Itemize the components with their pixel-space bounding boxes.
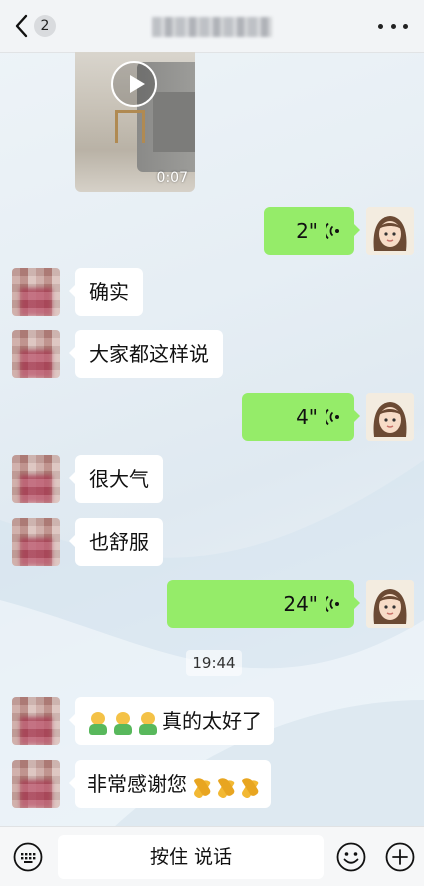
chat-header: 2	[0, 0, 424, 53]
pray-emoji-icon	[237, 775, 259, 797]
voice-duration: 2"	[296, 219, 318, 243]
unread-count-badge: 2	[34, 15, 56, 37]
chat-title-blurred	[152, 17, 272, 37]
text-message-incoming: 大家都这样说	[69, 330, 223, 378]
plus-icon	[385, 842, 415, 872]
my-avatar[interactable]	[366, 207, 414, 255]
voice-duration: 4"	[296, 405, 318, 429]
contact-avatar[interactable]	[12, 518, 60, 566]
back-button[interactable]: 2	[14, 12, 56, 40]
voice-wave-icon	[326, 408, 339, 426]
text-message-incoming: 也舒服	[69, 518, 163, 566]
voice-message-outgoing[interactable]: 4"	[242, 393, 360, 441]
message-text: 非常感谢您	[87, 772, 187, 796]
more-actions-button[interactable]	[385, 842, 415, 872]
video-thumbnail-table	[115, 110, 145, 143]
text-message-incoming: 非常感谢您	[69, 760, 271, 808]
contact-avatar[interactable]	[12, 268, 60, 316]
background-wave	[0, 460, 424, 885]
my-avatar[interactable]	[366, 393, 414, 441]
girl-avatar-icon	[366, 393, 414, 441]
voice-wave-icon	[326, 222, 339, 240]
video-message[interactable]: 0:07	[75, 52, 195, 192]
text-message-incoming: 确实	[69, 268, 143, 316]
contact-avatar[interactable]	[12, 697, 60, 745]
message-text: 真的太好了	[162, 709, 262, 733]
contact-avatar[interactable]	[12, 455, 60, 503]
girl-avatar-icon	[366, 580, 414, 628]
keyboard-icon	[13, 842, 43, 872]
text-message-incoming: 很大气	[69, 455, 163, 503]
contact-avatar[interactable]	[12, 760, 60, 808]
my-avatar[interactable]	[366, 580, 414, 628]
video-thumbnail-cushion	[153, 92, 195, 152]
voice-wave-icon	[326, 595, 339, 613]
hold-to-talk-button[interactable]: 按住 说话	[58, 835, 324, 879]
smiley-icon	[336, 842, 366, 872]
dot-icon	[378, 23, 383, 29]
message-timestamp: 19:44	[186, 650, 242, 676]
keyboard-toggle-button[interactable]	[13, 842, 43, 872]
man-emoji-icon	[112, 710, 134, 736]
girl-avatar-icon	[366, 207, 414, 255]
voice-message-outgoing[interactable]: 24"	[167, 580, 360, 628]
emoji-picker-button[interactable]	[336, 842, 366, 872]
man-emoji-icon	[87, 710, 109, 736]
pray-emoji-icon	[213, 775, 235, 797]
more-options-button[interactable]	[378, 14, 408, 38]
input-bar: 按住 说话	[0, 826, 424, 886]
man-emoji-icon	[137, 710, 159, 736]
pray-emoji-icon	[189, 775, 211, 797]
video-duration: 0:07	[156, 170, 188, 186]
chevron-left-icon	[15, 14, 28, 38]
text-message-incoming: 真的太好了	[69, 697, 274, 745]
play-icon[interactable]	[111, 61, 157, 107]
voice-duration: 24"	[283, 592, 318, 616]
contact-avatar[interactable]	[12, 330, 60, 378]
voice-message-outgoing[interactable]: 2"	[264, 207, 360, 255]
dot-icon	[403, 23, 408, 29]
dot-icon	[390, 23, 396, 29]
